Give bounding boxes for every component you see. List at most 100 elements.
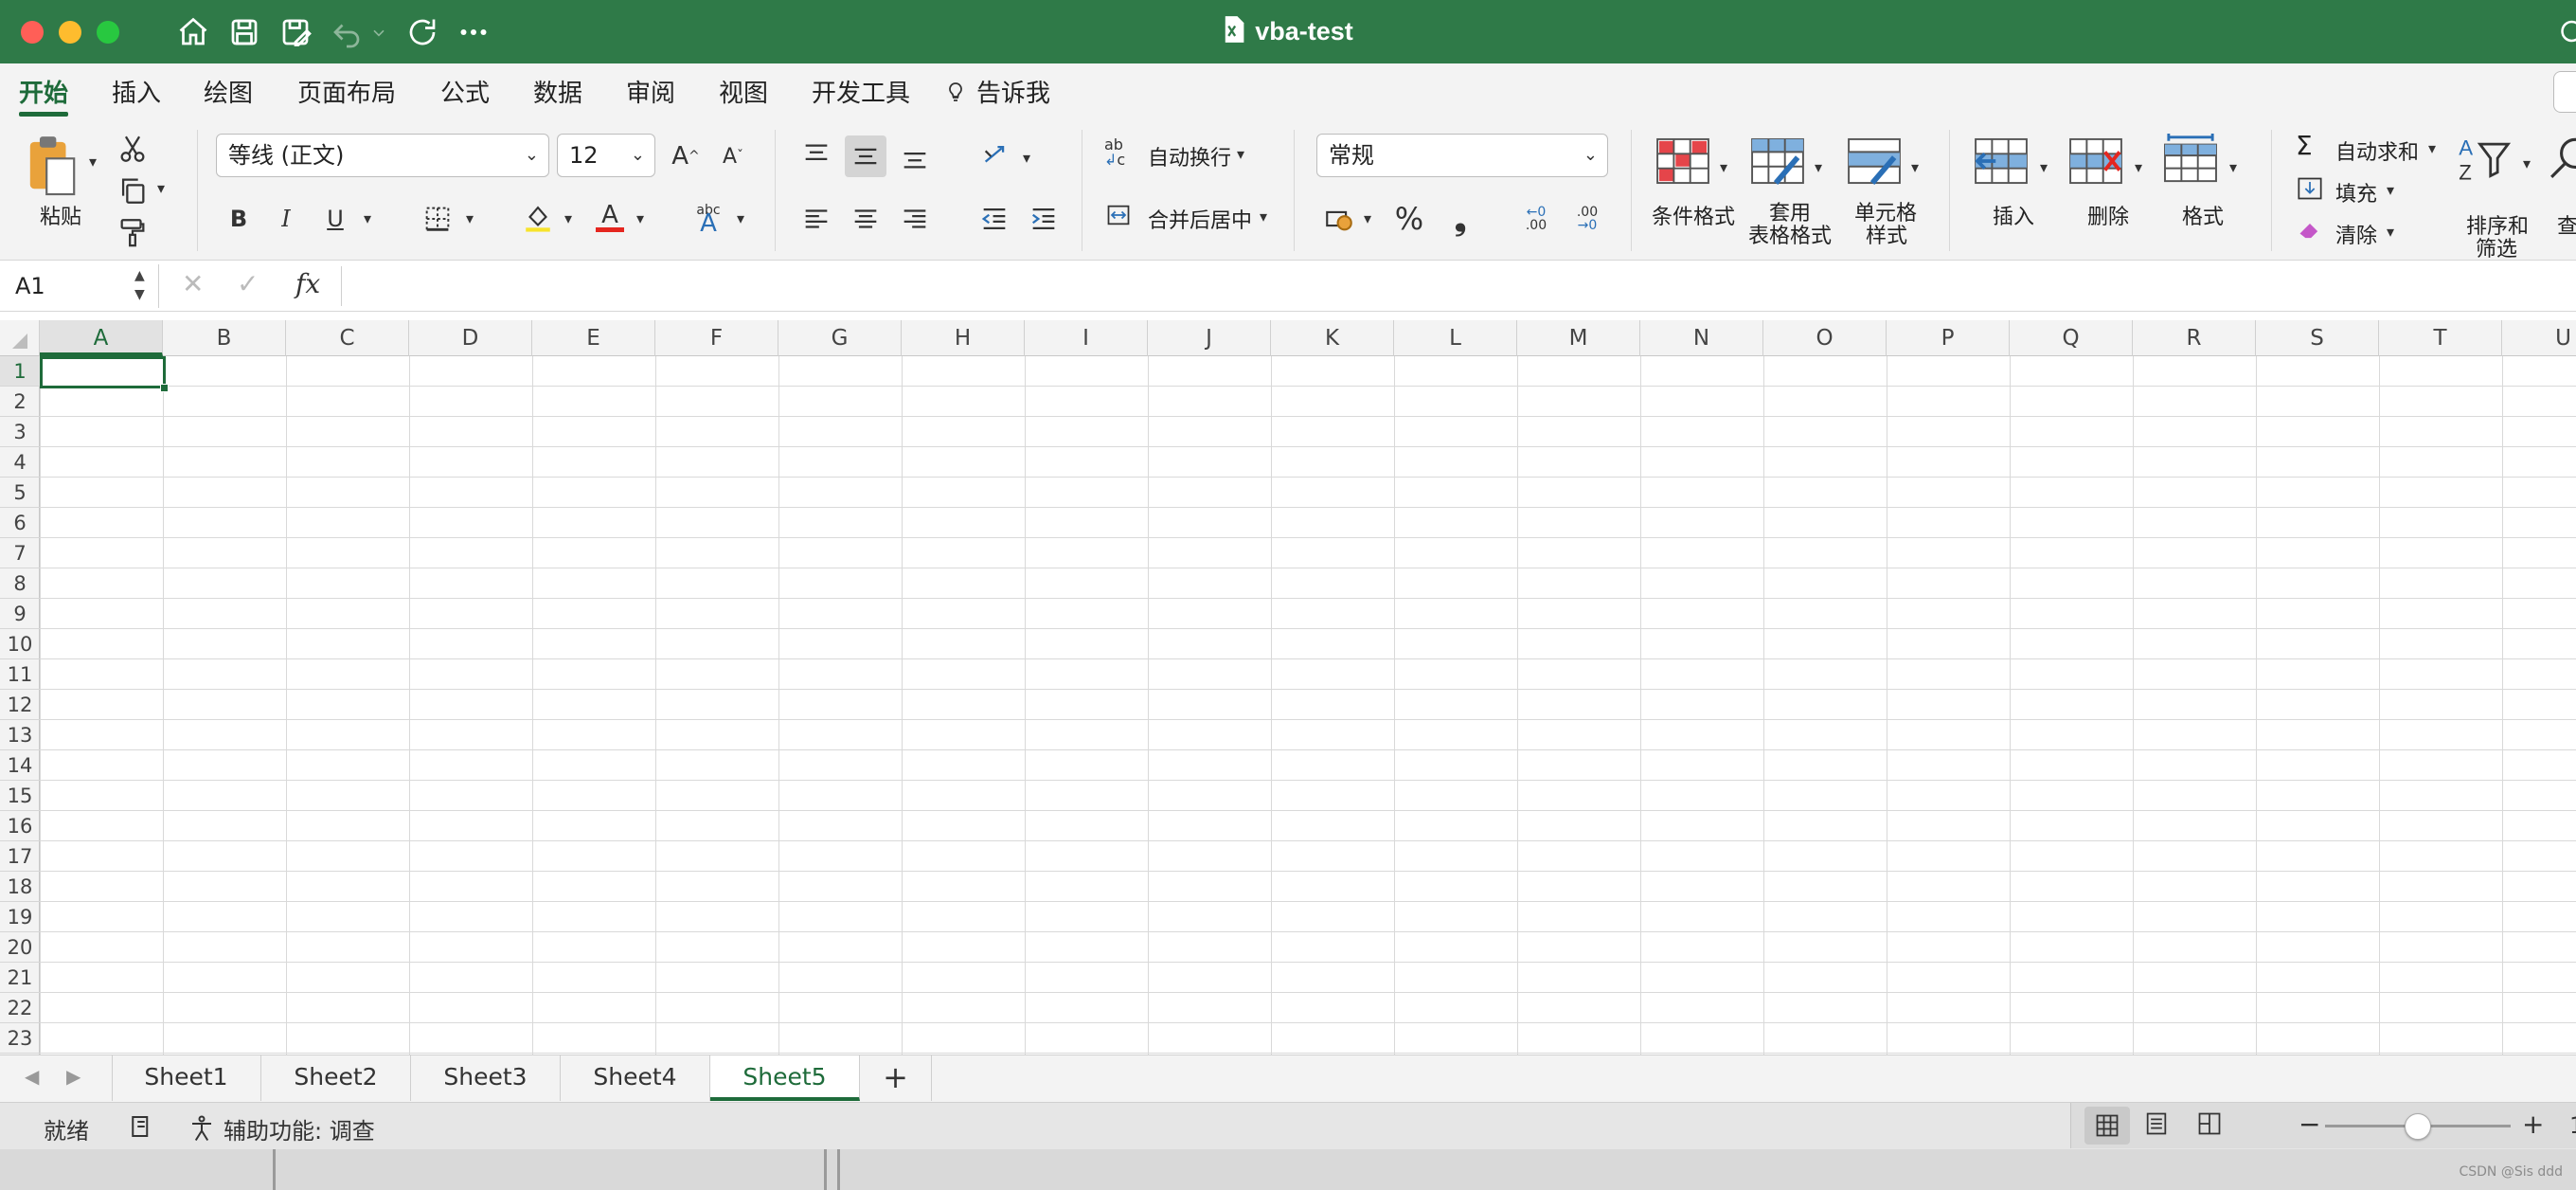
zoom-level[interactable]: 1 [2569, 1112, 2576, 1139]
increase-font-size-icon[interactable]: A ^ [665, 135, 707, 177]
decrease-indent-icon[interactable] [974, 198, 1015, 240]
conditional-format-button[interactable]: ▾ 条件格式 [1652, 137, 1743, 242]
percent-style-button[interactable]: % [1388, 198, 1430, 240]
tab-insert[interactable]: 插入 [112, 75, 161, 113]
scroll-sheets-left-icon[interactable]: ◀ [25, 1065, 39, 1088]
row-header-19[interactable]: 19 [0, 902, 40, 932]
column-header-j[interactable]: J [1148, 320, 1271, 356]
format-cells-button[interactable]: ▾ 格式 [2163, 134, 2248, 232]
zoom-slider-thumb[interactable] [2405, 1113, 2431, 1140]
row-header-11[interactable]: 11 [0, 659, 40, 690]
add-sheet-button[interactable]: + [860, 1055, 932, 1101]
column-header-f[interactable]: F [655, 320, 778, 356]
chevron-down-icon[interactable]: ▾ [1023, 149, 1030, 167]
sheet-tab-3[interactable]: Sheet3 [411, 1055, 561, 1101]
align-right-icon[interactable] [894, 198, 936, 240]
macro-record-icon[interactable] [127, 1112, 155, 1146]
tab-data[interactable]: 数据 [533, 75, 582, 113]
row-header-15[interactable]: 15 [0, 781, 40, 811]
name-box-stepper[interactable]: ▲ ▼ [134, 266, 145, 304]
number-format-select[interactable]: 常规 ⌄ [1316, 134, 1608, 177]
column-header-k[interactable]: K [1271, 320, 1394, 356]
row-header-20[interactable]: 20 [0, 932, 40, 963]
clear-button[interactable]: 清除 ▾ [2292, 215, 2406, 249]
insert-cells-button[interactable]: ▾ 插入 [1974, 137, 2059, 232]
zoom-out-button[interactable]: − [2299, 1109, 2320, 1140]
row-header-1[interactable]: 1 [0, 356, 40, 387]
row-header-10[interactable]: 10 [0, 629, 40, 659]
align-left-icon[interactable] [796, 198, 837, 240]
confirm-edit-icon[interactable]: ✓ [237, 268, 259, 299]
row-header-2[interactable]: 2 [0, 387, 40, 417]
chevron-down-icon[interactable]: ▾ [1364, 209, 1371, 227]
sheet-tab-5[interactable]: Sheet5 [710, 1055, 860, 1101]
column-header-o[interactable]: O [1763, 320, 1887, 356]
row-header-9[interactable]: 9 [0, 599, 40, 629]
search-icon[interactable] [2555, 17, 2576, 45]
zoom-in-button[interactable]: + [2522, 1109, 2544, 1140]
normal-view-icon[interactable] [2084, 1107, 2130, 1145]
fill-color-icon[interactable] [517, 196, 559, 238]
formula-input[interactable] [341, 266, 2576, 306]
select-all-corner[interactable] [0, 320, 40, 356]
underline-button[interactable]: U [314, 198, 356, 240]
page-break-view-icon[interactable] [2196, 1110, 2223, 1143]
fill-button[interactable]: 填充 ▾ [2292, 173, 2406, 207]
row-header-14[interactable]: 14 [0, 750, 40, 781]
merge-center-button[interactable]: 合并后居中 ▾ [1104, 200, 1275, 238]
column-header-q[interactable]: Q [2010, 320, 2133, 356]
align-middle-icon[interactable] [845, 135, 886, 177]
column-header-i[interactable]: I [1025, 320, 1148, 356]
font-color-icon[interactable]: A [589, 196, 631, 238]
paste-button[interactable] [25, 134, 81, 200]
row-header-23[interactable]: 23 [0, 1023, 40, 1054]
sheet-tab-4[interactable]: Sheet4 [561, 1055, 710, 1101]
increase-decimal-icon[interactable]: ←0.00 [1515, 198, 1557, 240]
font-size-select[interactable]: 12 ⌄ [557, 134, 655, 177]
row-header-21[interactable]: 21 [0, 963, 40, 993]
comma-style-button[interactable]: ❟ [1440, 198, 1481, 240]
row-header-3[interactable]: 3 [0, 417, 40, 447]
wrap-text-button[interactable]: ab ↲c 自动换行 ▾ [1104, 137, 1256, 175]
cell-styles-button[interactable]: ▾ 单元格 样式 [1845, 137, 1936, 248]
column-header-l[interactable]: L [1394, 320, 1517, 356]
column-header-a[interactable]: A [40, 320, 163, 356]
tab-developer[interactable]: 开发工具 [812, 75, 910, 113]
row-header-7[interactable]: 7 [0, 538, 40, 568]
bold-button[interactable]: B [218, 198, 259, 240]
format-painter-icon[interactable] [112, 211, 153, 253]
copy-icon[interactable] [112, 170, 153, 211]
tab-view[interactable]: 视图 [719, 75, 768, 113]
column-header-e[interactable]: E [532, 320, 655, 356]
sort-filter-button[interactable]: AZ ▾ 排序和 筛选 [2457, 134, 2548, 261]
row-header-13[interactable]: 13 [0, 720, 40, 750]
column-header-c[interactable]: C [286, 320, 409, 356]
column-header-g[interactable]: G [778, 320, 902, 356]
cells-area[interactable] [40, 356, 2576, 1055]
chevron-down-icon[interactable]: ▾ [636, 209, 644, 227]
tab-page-layout[interactable]: 页面布局 [297, 75, 396, 113]
row-header-12[interactable]: 12 [0, 690, 40, 720]
align-bottom-icon[interactable] [894, 135, 936, 177]
cut-icon[interactable] [112, 128, 153, 170]
format-as-table-button[interactable]: ▾ 套用 表格格式 [1748, 137, 1839, 248]
tab-review[interactable]: 审阅 [626, 75, 675, 113]
row-header-5[interactable]: 5 [0, 478, 40, 508]
row-header-6[interactable]: 6 [0, 508, 40, 538]
align-top-icon[interactable] [796, 135, 837, 177]
column-header-d[interactable]: D [409, 320, 532, 356]
column-header-m[interactable]: M [1517, 320, 1640, 356]
font-name-select[interactable]: 等线 (正文) ⌄ [216, 134, 549, 177]
scroll-sheets-right-icon[interactable]: ▶ [66, 1065, 80, 1088]
share-icon[interactable] [2553, 71, 2576, 113]
orientation-icon[interactable] [975, 135, 1017, 177]
sheet-tab-2[interactable]: Sheet2 [261, 1055, 411, 1101]
column-header-t[interactable]: T [2379, 320, 2502, 356]
column-header-u[interactable]: U [2502, 320, 2576, 356]
chevron-down-icon[interactable]: ▾ [466, 209, 474, 227]
column-header-b[interactable]: B [163, 320, 286, 356]
tell-me-button[interactable]: 告诉我 [944, 75, 1050, 113]
increase-indent-icon[interactable] [1023, 198, 1064, 240]
chevron-down-icon[interactable]: ▾ [89, 153, 97, 171]
selected-cell[interactable] [40, 356, 166, 388]
